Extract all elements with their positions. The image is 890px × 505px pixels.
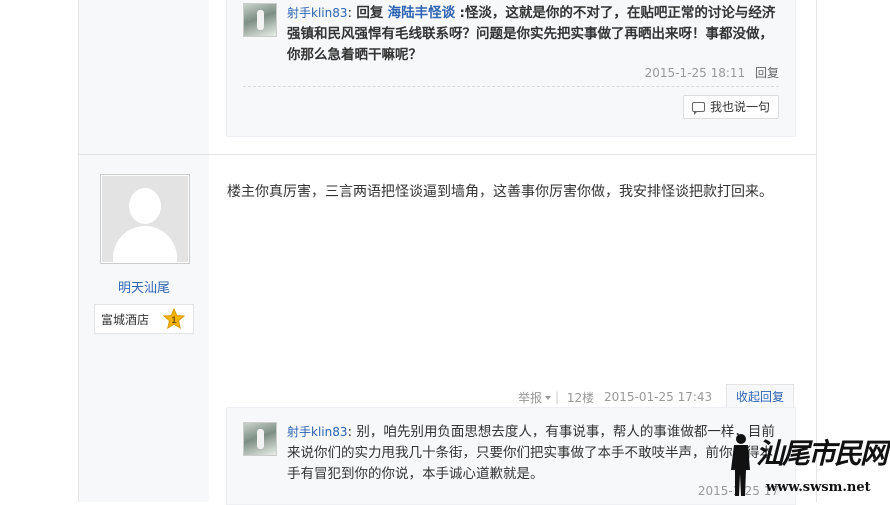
reply-time: 2015-1-25 18:11	[644, 66, 746, 80]
reply-item: 射手klin83: 回复 海陆丰怪谈 :怪淡，这就是你的不对了，在贴吧正常的讨论…	[243, 3, 779, 73]
reply-avatar[interactable]	[243, 3, 277, 37]
post-previous: 射手klin83: 回复 海陆丰怪谈 :怪淡，这就是你的不对了，在贴吧正常的讨论…	[78, 0, 817, 154]
author-avatar[interactable]	[100, 174, 190, 264]
reply-word: 回复	[356, 5, 384, 21]
member-badge[interactable]: 富城酒店 1	[94, 304, 194, 334]
say-something-label: 我也说一句	[709, 100, 770, 114]
watermark-url: www.swsm.net	[766, 480, 871, 495]
post-floor: 明天汕尾 富城酒店 1 楼主你真厉害，三言两语把怪谈逼到墙角，这善事你厉害你做，…	[78, 154, 817, 505]
reply-username[interactable]: 射手klin83	[287, 425, 348, 439]
reply-panel: 射手klin83: 别，咱先别用负面思想去度人，有事说事，帮人的事谁做都一样，目…	[226, 407, 796, 505]
report-link[interactable]: 举报	[518, 389, 551, 406]
author-sidebar: 明天汕尾 富城酒店 1	[78, 155, 209, 502]
reply-body: 别，咱先别用负面思想去度人，有事说事，帮人的事谁做都一样，目前来说你们的实力甩我…	[287, 424, 775, 482]
floor-number: 12楼	[566, 390, 595, 405]
reply-username[interactable]: 射手klin83	[287, 6, 348, 20]
post-main: 射手klin83: 回复 海陆丰怪谈 :怪淡，这就是你的不对了，在贴吧正常的讨论…	[208, 0, 817, 154]
post-tail: 举报 | 12楼 2015-01-25 17:43 收起回复	[518, 384, 794, 410]
reply-meta: 2015-1-25 18:11 回复	[645, 64, 779, 81]
badge-level-number: 1	[171, 315, 176, 325]
reply-link[interactable]: 回复	[755, 66, 779, 80]
level-star-icon: 1	[163, 308, 185, 329]
reply-text: 射手klin83: 回复 海陆丰怪谈 :怪淡，这就是你的不对了，在贴吧正常的讨论…	[287, 5, 776, 63]
reply-avatar[interactable]	[243, 422, 277, 456]
comment-icon	[691, 102, 705, 115]
say-something-button[interactable]: 我也说一句	[682, 95, 779, 119]
silhouette-icon	[731, 434, 750, 496]
site-watermark: 汕尾市民网 www.swsm.net	[726, 430, 888, 500]
divider	[243, 86, 779, 87]
reply-panel: 射手klin83: 回复 海陆丰怪谈 :怪淡，这就是你的不对了，在贴吧正常的讨论…	[226, 0, 796, 137]
reply-item: 射手klin83: 别，咱先别用负面思想去度人，有事说事，帮人的事谁做都一样，目…	[243, 422, 779, 488]
author-sidebar	[78, 0, 209, 154]
post-time: 2015-01-25 17:43	[604, 390, 713, 404]
post-content: 楼主你真厉害，三言两语把怪谈逼到墙角，这善事你厉害你做，我安排怪谈把款打回来。	[227, 184, 773, 200]
author-name[interactable]: 明天汕尾	[79, 277, 209, 296]
badge-label: 富城酒店	[101, 313, 150, 327]
reply-text: 射手klin83: 别，咱先别用负面思想去度人，有事说事，帮人的事谁做都一样，目…	[287, 424, 775, 482]
watermark-title: 汕尾市民网	[756, 437, 888, 470]
reply-mention[interactable]: 海陆丰怪谈	[388, 5, 456, 21]
